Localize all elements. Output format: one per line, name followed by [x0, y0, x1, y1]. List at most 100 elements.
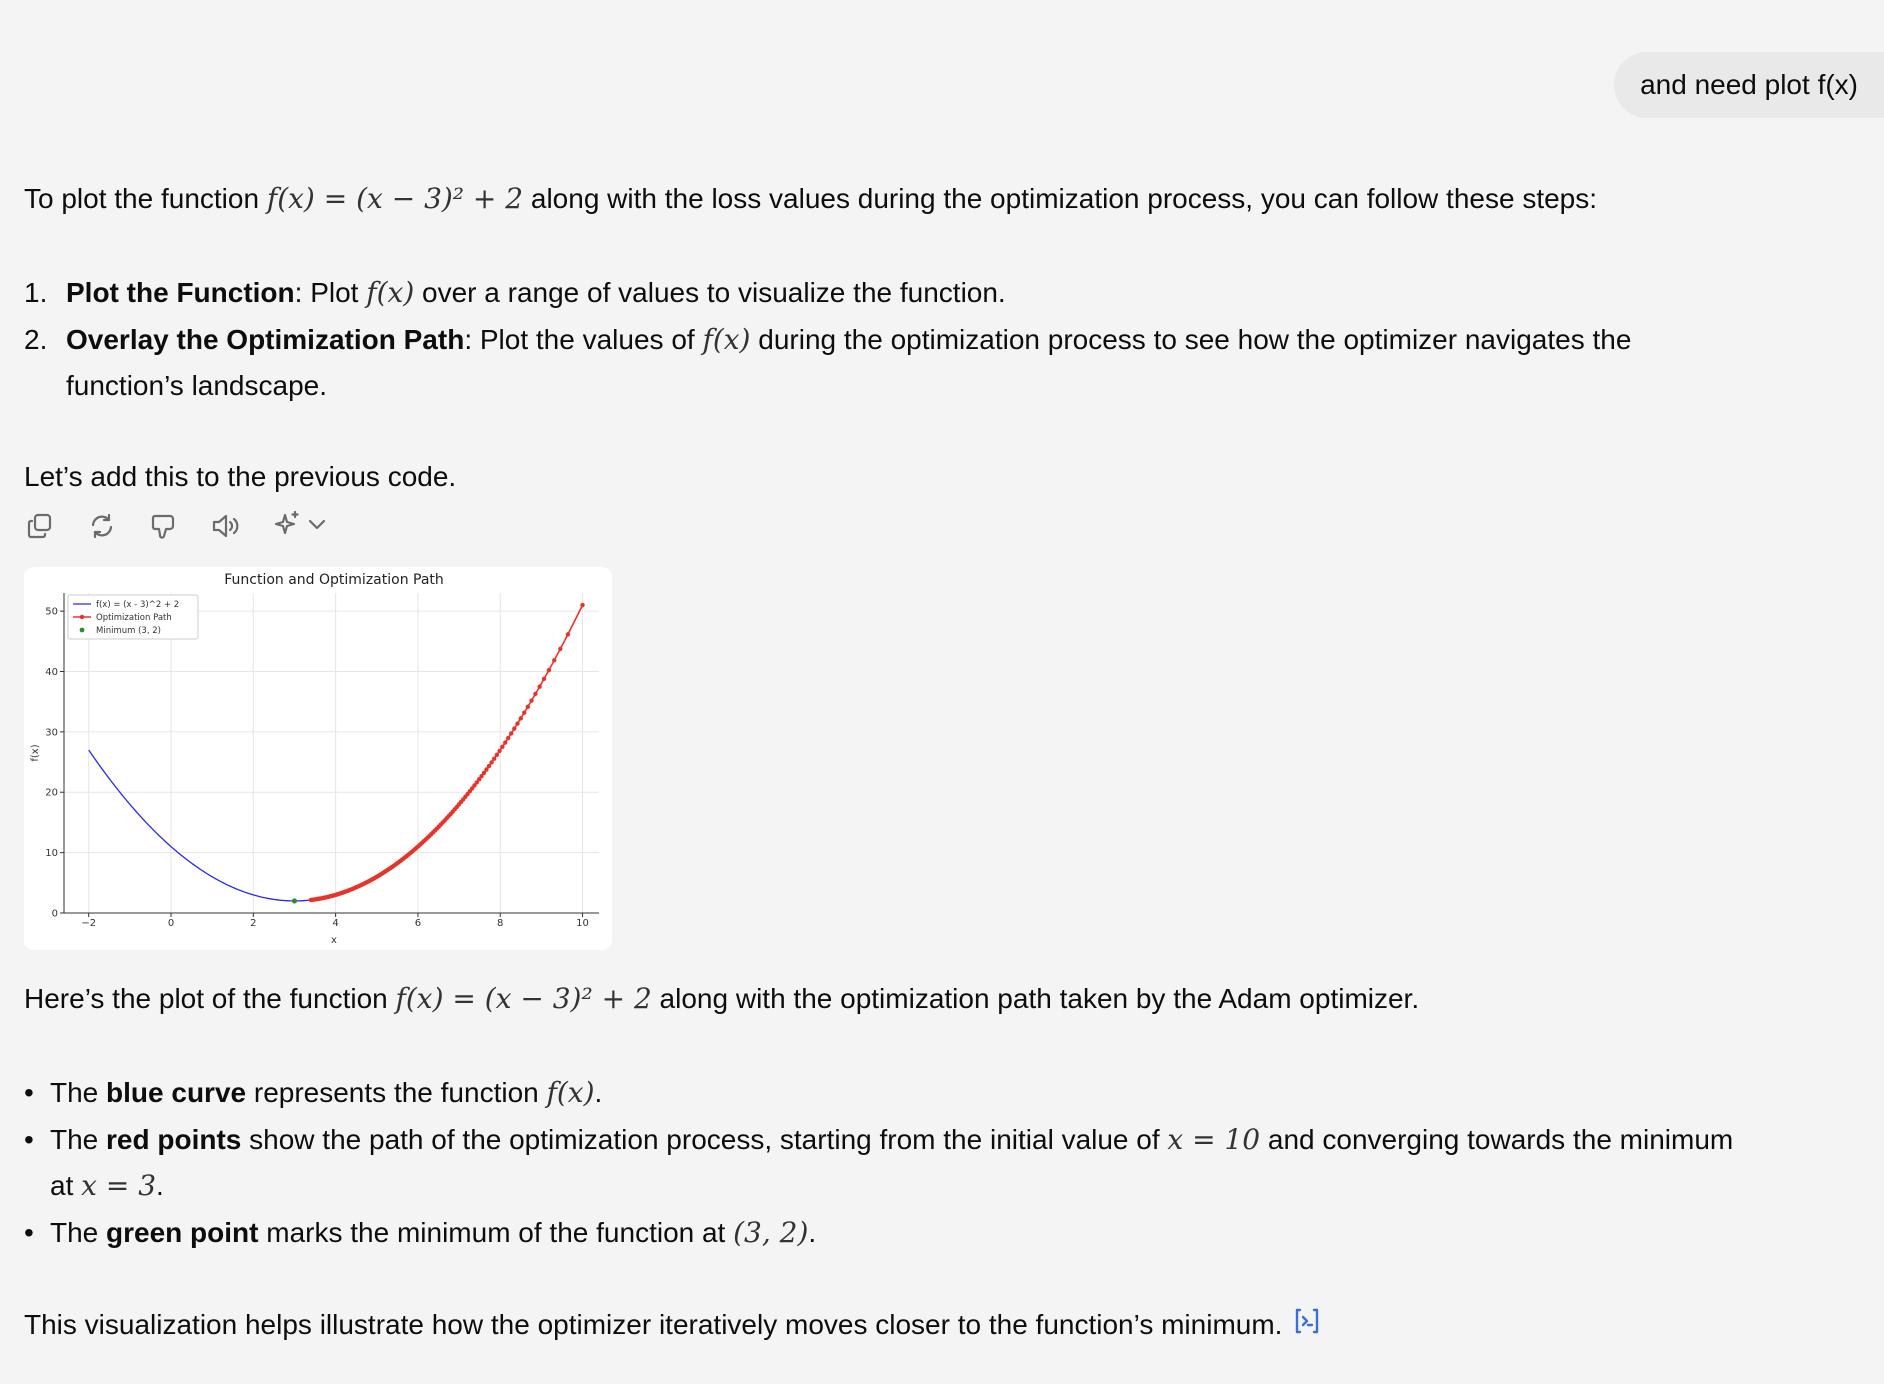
optimization-path-point	[505, 735, 511, 741]
optimization-path-point	[546, 667, 552, 673]
bullet-dot: •	[24, 1217, 34, 1248]
bullet-formula: x = 10	[1167, 1123, 1261, 1156]
bullet-item-2: • The red points show the path of the opt…	[24, 1117, 1733, 1163]
bullet-text: The	[50, 1124, 107, 1155]
optimization-path-point	[308, 897, 314, 903]
y-tick-label: 10	[45, 848, 58, 859]
bullet-text: .	[156, 1170, 164, 1201]
bullet-bold: blue curve	[106, 1077, 247, 1108]
legend-label-minimum: Minimum (3, 2)	[96, 626, 161, 636]
function-optimization-chart: −2 0 2 4 6 8 10 0 10 20 30 40 50 Function and Optimiz…	[30, 572, 599, 946]
message-actions-toolbar	[24, 510, 328, 542]
lead-in-paragraph: Let’s add this to the previous code.	[24, 454, 456, 500]
y-axis-label: f(x)	[30, 744, 41, 761]
optimization-path-point	[537, 684, 542, 689]
optimization-path-point	[552, 658, 557, 663]
optimization-path-point	[541, 676, 547, 681]
bullet-text: .	[594, 1077, 603, 1108]
chart-title: Function and Optimization Path	[224, 572, 444, 588]
optimization-path-point	[515, 721, 520, 726]
minimum-point	[291, 898, 298, 904]
optimization-path-point	[529, 698, 534, 703]
x-tick-label: 0	[168, 918, 174, 929]
bullet-dot: •	[24, 1124, 34, 1155]
closing-text: This visualization helps illustrate how …	[24, 1309, 1283, 1340]
bullet-text: represents the function	[246, 1077, 547, 1108]
bullet-formula: (3, 2)	[733, 1216, 809, 1249]
bullet-bold: green point	[106, 1217, 259, 1248]
step-item-2: 2. Overlay the Optimization Path: Plot th…	[24, 317, 1631, 363]
summary-paragraph: Here’s the plot of the function f(x) = (…	[24, 976, 1419, 1022]
step-formula: f(x)	[702, 323, 751, 356]
x-tick-label: 8	[497, 918, 503, 929]
step-text: over a range of values to visualize the …	[414, 277, 1006, 308]
step-text: : Plot the values of	[464, 324, 703, 355]
optimization-path-point	[525, 704, 531, 709]
optimization-path-point	[518, 716, 524, 721]
bullet-text: The	[50, 1077, 107, 1108]
optimization-path-point	[512, 726, 517, 731]
y-tick-label: 50	[45, 607, 58, 618]
sparkle-icon	[272, 509, 302, 544]
bullet-text: marks the minimum of the function at	[258, 1217, 734, 1248]
read-aloud-icon[interactable]	[210, 510, 242, 542]
optimization-path-point	[533, 691, 538, 697]
y-tick-label: 40	[45, 667, 58, 678]
intro-text-after: along with the loss values during the op…	[523, 183, 1598, 214]
thumbs-down-icon[interactable]	[148, 510, 180, 542]
optimization-path-point	[491, 756, 497, 761]
x-tick-label: −2	[81, 918, 96, 929]
step-title: Overlay the Optimization Path	[66, 324, 465, 355]
step-item-2-continuation: function’s landscape.	[24, 363, 327, 409]
code-interpreter-link-icon[interactable]	[1292, 1304, 1322, 1350]
step-text: : Plot	[294, 277, 367, 308]
summary-formula: f(x) = (x − 3)² + 2	[395, 982, 652, 1015]
chevron-down-icon	[306, 513, 328, 540]
legend-label-function: f(x) = (x - 3)^2 + 2	[96, 600, 179, 610]
legend-label-path: Optimization Path	[96, 613, 172, 623]
closing-paragraph: This visualization helps illustrate how …	[24, 1302, 1322, 1350]
step-formula: f(x)	[366, 276, 415, 309]
optimization-path-point	[565, 632, 571, 637]
x-tick-label: 10	[576, 918, 589, 929]
intro-formula: f(x) = (x − 3)² + 2	[266, 182, 524, 215]
step-text: function’s landscape.	[66, 370, 327, 401]
optimization-path-point	[494, 752, 500, 758]
intro-paragraph: To plot the function f(x) = (x − 3)² + 2…	[24, 176, 1597, 222]
y-tick-label: 0	[52, 909, 58, 920]
optimization-path-point	[500, 744, 505, 749]
intro-text-before: To plot the function	[24, 183, 267, 214]
chart-image[interactable]: −2 0 2 4 6 8 10 0 10 20 30 40 50 Function and Optimiz…	[24, 567, 612, 950]
x-tick-label: 6	[415, 918, 421, 929]
x-tick-label: 2	[250, 918, 256, 929]
optimization-path-line	[310, 604, 584, 901]
y-tick-label: 20	[45, 788, 58, 799]
bullet-text: .	[808, 1217, 817, 1248]
bullet-item-2-continuation: at x = 3.	[24, 1163, 164, 1209]
user-message-bubble: and need plot f(x)	[1614, 52, 1884, 118]
optimization-path-point	[522, 710, 527, 715]
bullet-text: at	[50, 1170, 82, 1201]
step-text: during the optimization process to see h…	[750, 324, 1632, 355]
copy-icon[interactable]	[24, 510, 56, 542]
bullet-formula: f(x)	[546, 1076, 595, 1109]
switch-model-button[interactable]	[272, 510, 328, 542]
step-item-1: 1. Plot the Function: Plot f(x) over a ra…	[24, 270, 1006, 316]
optimization-path-point	[489, 760, 494, 765]
bullet-text: The	[50, 1217, 107, 1248]
step-number: 1.	[24, 277, 48, 308]
step-number: 2.	[24, 324, 48, 355]
bullet-text: and converging towards the minimum	[1260, 1124, 1734, 1155]
bullet-formula: x = 3	[81, 1169, 157, 1202]
bullet-item-3: • The green point marks the minimum of th…	[24, 1210, 816, 1256]
regenerate-icon[interactable]	[86, 510, 118, 542]
bullet-text: show the path of the optimization proces…	[241, 1124, 1168, 1155]
summary-text-before: Here’s the plot of the function	[24, 983, 396, 1014]
y-tick-label: 30	[45, 727, 58, 738]
step-title: Plot the Function	[66, 277, 295, 308]
bullet-bold: red points	[106, 1124, 242, 1155]
optimization-path-point	[580, 602, 585, 608]
optimization-path-point	[509, 731, 514, 736]
user-message-text: and need plot f(x)	[1640, 69, 1858, 100]
optimization-path-point	[503, 740, 508, 745]
